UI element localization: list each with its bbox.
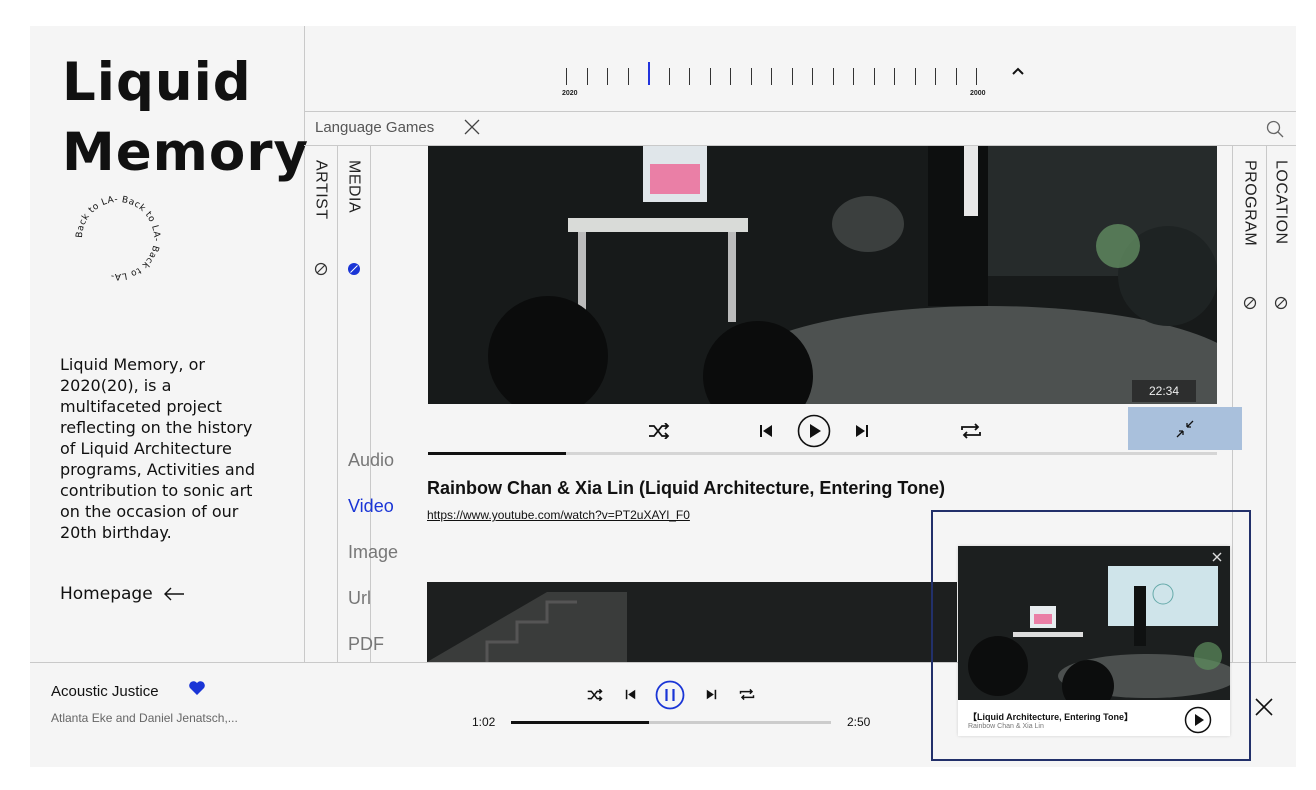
media-title: Rainbow Chan & Xia Lin (Liquid Architect… [427, 478, 946, 498]
previous-icon[interactable] [625, 689, 636, 700]
search-icon[interactable] [1266, 120, 1284, 138]
shuffle-icon[interactable] [587, 689, 603, 701]
timeline-tick[interactable] [607, 68, 608, 85]
timeline-tick[interactable] [750, 68, 752, 85]
timeline-tick[interactable] [791, 68, 793, 85]
timeline-tick[interactable] [586, 68, 588, 85]
timeline-tick[interactable] [689, 68, 690, 85]
track-artist: Atlanta Eke and Daniel Jenatsch,... [51, 711, 238, 725]
mini-player[interactable]: 【Liquid Architecture, Entering Tone】 Rai… [958, 546, 1230, 736]
facet-media-label: MEDIA [345, 160, 363, 214]
timeline-tick[interactable] [873, 68, 875, 85]
site-title-line1: Liquid [62, 52, 252, 113]
filter-bar: Language Games [304, 112, 1296, 146]
disabled-icon [314, 262, 327, 276]
facet-artist[interactable]: ARTIST [304, 146, 338, 662]
repeat-icon[interactable] [739, 688, 755, 701]
video-thumbnail[interactable] [428, 146, 1217, 404]
next-icon[interactable] [706, 689, 717, 700]
current-time: 1:02 [472, 715, 496, 729]
timeline-bar: 2020 2000 [304, 26, 1296, 112]
heart-icon[interactable] [188, 680, 206, 696]
media-type-image[interactable]: Image [348, 542, 398, 588]
site-title-line2: Memory [62, 122, 310, 184]
video-duration-badge: 22:34 [1132, 380, 1196, 402]
mini-player-title: 【Liquid Architecture, Entering Tone】 [968, 712, 1134, 722]
left-panel: Liquid Memory Back to LA- Back to LA- Ba… [30, 26, 308, 662]
mini-player-video[interactable] [958, 546, 1230, 700]
timeline-tick[interactable] [955, 68, 957, 85]
svg-text:Back to LA- Back to LA- Back t: Back to LA- Back to LA- Back to LA- [75, 195, 161, 281]
site-description: Liquid Memory, or 2020(20), is a multifa… [60, 355, 255, 542]
timeline-tick[interactable] [853, 68, 854, 85]
play-icon[interactable] [797, 414, 831, 448]
facet-location[interactable]: LOCATION [1265, 146, 1296, 662]
timeline-label-start: 2020 [562, 90, 578, 97]
mini-performance-photo [958, 546, 1230, 700]
video-controls [428, 410, 1217, 450]
timeline-tick[interactable] [935, 68, 936, 85]
site-title[interactable]: Liquid Memory [62, 48, 309, 189]
collapse-button[interactable] [1128, 407, 1242, 450]
media-type-video[interactable]: Video [348, 496, 398, 542]
video-progress-fill [428, 452, 567, 455]
close-icon[interactable] [1212, 552, 1222, 562]
facet-location-label: LOCATION [1272, 160, 1290, 245]
close-icon[interactable] [1254, 697, 1274, 717]
timeline-label-end: 2000 [970, 90, 986, 97]
media-type-audio[interactable]: Audio [348, 450, 398, 496]
pause-icon[interactable] [655, 680, 685, 710]
audio-progress-bar[interactable] [511, 721, 831, 724]
stairs-photo [427, 582, 957, 662]
circle-logo-text: Back to LA- Back to LA- Back to LA- [75, 195, 161, 281]
timeline-tick[interactable] [771, 68, 772, 85]
track-title: Acoustic Justice [51, 683, 159, 700]
arrow-left-icon [163, 587, 184, 601]
facet-artist-label: ARTIST [312, 160, 330, 220]
media-url-link[interactable]: https://www.youtube.com/watch?v=PT2uXAYl… [427, 508, 690, 522]
audio-progress-fill [511, 721, 649, 724]
next-video-thumbnail[interactable] [427, 582, 957, 662]
timeline-tick[interactable] [730, 68, 731, 85]
disabled-icon [1243, 296, 1256, 310]
media-type-url[interactable]: Url [348, 588, 398, 634]
video-progress-bar[interactable] [428, 452, 1217, 455]
timeline-tick[interactable] [709, 68, 711, 85]
repeat-icon[interactable] [960, 422, 982, 440]
timeline-tick[interactable] [812, 68, 813, 85]
timeline-tick[interactable] [627, 68, 629, 85]
timeline-tick[interactable] [914, 68, 916, 85]
timeline-tick[interactable] [566, 68, 567, 85]
timeline-tick[interactable] [668, 68, 670, 85]
previous-icon[interactable] [759, 424, 773, 438]
close-icon[interactable] [462, 117, 482, 137]
collapse-arrows-icon [1176, 420, 1194, 438]
timeline-tick[interactable] [832, 68, 834, 85]
timeline-tick[interactable] [976, 68, 977, 85]
disabled-icon [1274, 296, 1287, 310]
homepage-link[interactable]: Homepage [60, 584, 185, 604]
shuffle-icon[interactable] [648, 423, 670, 439]
total-time: 2:50 [847, 715, 871, 729]
app-window: Liquid Memory Back to LA- Back to LA- Ba… [30, 26, 1296, 767]
homepage-label: Homepage [60, 584, 153, 604]
next-icon[interactable] [855, 424, 869, 438]
timeline-tick[interactable] [894, 68, 895, 85]
mini-player-subtitle: Rainbow Chan & Xia Lin [968, 723, 1044, 730]
media-type-list: Audio Video Image Url PDF [348, 450, 398, 680]
facet-program-label: PROGRAM [1241, 160, 1259, 247]
active-filter-icon [347, 263, 360, 275]
active-filter-tag: Language Games [315, 119, 435, 136]
timeline-tick-active[interactable] [648, 62, 650, 85]
performance-photo [428, 146, 1217, 404]
play-icon[interactable] [1184, 706, 1212, 734]
timeline-ticks[interactable]: 2020 2000 [562, 62, 986, 97]
back-to-la-circle-logo: Back to LA- Back to LA- Back to LA- [75, 195, 161, 281]
chevron-up-icon[interactable] [1011, 66, 1025, 76]
